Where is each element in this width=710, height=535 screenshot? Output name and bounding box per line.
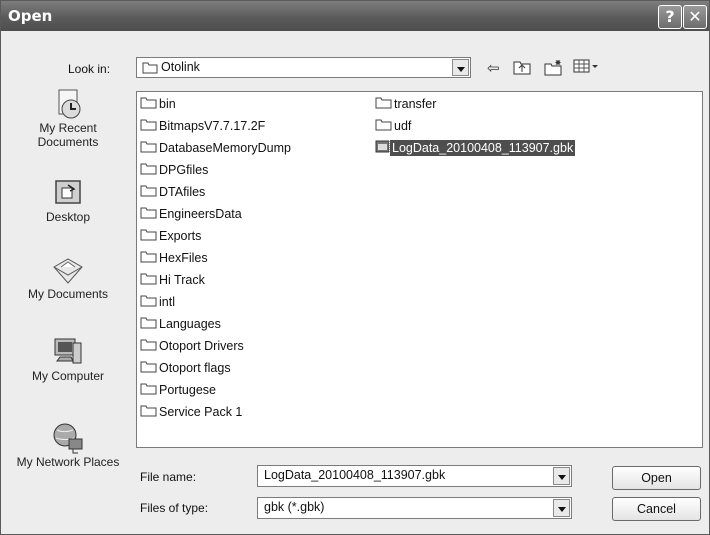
item-name: DatabaseMemoryDump: [159, 141, 291, 155]
place-label: My Recent Documents: [37, 121, 99, 149]
look-in-label: Look in:: [68, 62, 111, 76]
help-button[interactable]: ?: [658, 5, 682, 29]
window-title: Open: [8, 7, 53, 25]
file-name-input[interactable]: LogData_20100408_113907.gbk: [257, 465, 572, 487]
item-name: transfer: [394, 97, 437, 111]
new-folder-icon[interactable]: [544, 59, 564, 80]
item-name: Service Pack 1: [159, 405, 243, 419]
folder-item[interactable]: Languages: [140, 316, 223, 334]
place-my-documents[interactable]: My Documents: [9, 253, 127, 301]
network-places-icon: [51, 421, 85, 455]
open-dialog: Open ? ✕ Look in: Otolink ⇦ My Recent Do…: [0, 0, 710, 535]
folder-icon: [140, 96, 157, 112]
my-computer-icon: [51, 335, 85, 369]
place-label: Desktop: [45, 210, 91, 224]
folder-icon: [140, 162, 157, 178]
place-my-computer[interactable]: My Computer: [9, 335, 127, 383]
my-documents-icon: [51, 253, 85, 287]
folder-icon: [140, 338, 157, 354]
folder-icon: [140, 184, 157, 200]
folder-item[interactable]: Hi Track: [140, 272, 207, 290]
folder-icon: [140, 206, 157, 222]
item-name: udf: [394, 119, 412, 133]
file-type-label: Files of type:: [140, 501, 209, 515]
look-in-value: Otolink: [161, 60, 200, 74]
folder-icon: [375, 118, 392, 134]
file-type-dropdown[interactable]: gbk (*.gbk): [257, 497, 572, 519]
folder-item[interactable]: BitmapsV7.7.17.2F: [140, 118, 267, 136]
chevron-down-icon[interactable]: [452, 59, 469, 76]
folder-icon: [142, 61, 158, 77]
folder-item[interactable]: HexFiles: [140, 250, 210, 268]
place-desktop[interactable]: Desktop: [9, 176, 127, 224]
close-button[interactable]: ✕: [683, 5, 707, 29]
file-list[interactable]: bin BitmapsV7.7.17.2F DatabaseMemoryDump DP…: [136, 91, 703, 448]
folder-icon: [140, 316, 157, 332]
item-name: bin: [159, 97, 176, 111]
file-type-value: gbk (*.gbk): [264, 500, 325, 514]
folder-icon: [140, 140, 157, 156]
folder-icon: [140, 404, 157, 420]
folder-icon: [140, 228, 157, 244]
folder-item[interactable]: bin: [140, 96, 178, 114]
folder-item[interactable]: intl: [140, 294, 177, 312]
file-icon: [375, 140, 390, 156]
item-name: Exports: [159, 229, 202, 243]
folder-icon: [140, 382, 157, 398]
look-in-dropdown[interactable]: Otolink: [136, 57, 471, 78]
folder-item[interactable]: Otoport Drivers: [140, 338, 246, 356]
item-name: LogData_20100408_113907.gbk: [388, 139, 577, 157]
item-name: BitmapsV7.7.17.2F: [159, 119, 266, 133]
folder-item[interactable]: Exports: [140, 228, 203, 246]
back-arrow-icon[interactable]: ⇦: [487, 59, 500, 77]
folder-item[interactable]: Service Pack 1: [140, 404, 244, 422]
folder-icon: [140, 250, 157, 266]
folder-item[interactable]: transfer: [375, 96, 438, 114]
item-name: DTAfiles: [159, 185, 206, 199]
folder-icon: [140, 360, 157, 376]
place-recent-documents[interactable]: My Recent Documents: [9, 87, 127, 149]
item-name: Languages: [159, 317, 221, 331]
folder-item[interactable]: udf: [375, 118, 413, 136]
cancel-button[interactable]: Cancel: [612, 497, 701, 521]
recent-documents-icon: [51, 87, 85, 121]
chevron-down-icon[interactable]: [553, 467, 570, 485]
desktop-icon: [51, 176, 85, 210]
title-bar[interactable]: Open ? ✕: [1, 1, 709, 31]
views-menu-icon[interactable]: [573, 59, 599, 77]
folder-item[interactable]: DatabaseMemoryDump: [140, 140, 293, 158]
item-name: Otoport flags: [159, 361, 231, 375]
open-button[interactable]: Open: [612, 466, 701, 490]
place-label: My Computer: [31, 369, 105, 383]
folder-item[interactable]: DTAfiles: [140, 184, 207, 202]
folder-icon: [375, 96, 392, 112]
folder-item[interactable]: DPGfiles: [140, 162, 210, 180]
folder-icon: [140, 294, 157, 310]
up-folder-icon[interactable]: [513, 59, 531, 79]
folder-item[interactable]: EngineersData: [140, 206, 244, 224]
file-item[interactable]: LogData_20100408_113907.gbk: [375, 139, 577, 158]
folder-item[interactable]: Otoport flags: [140, 360, 233, 378]
place-label: My Network Places: [16, 455, 120, 469]
folder-item[interactable]: Portugese: [140, 382, 218, 400]
item-name: DPGfiles: [159, 163, 209, 177]
folder-icon: [140, 118, 157, 134]
item-name: HexFiles: [159, 251, 208, 265]
item-name: Portugese: [159, 383, 216, 397]
item-name: intl: [159, 295, 175, 309]
item-name: Hi Track: [159, 273, 205, 287]
item-name: EngineersData: [159, 207, 242, 221]
folder-icon: [140, 272, 157, 288]
places-bar: My Recent Documents Desktop My Documents…: [9, 81, 127, 521]
place-network[interactable]: My Network Places: [9, 421, 127, 469]
file-name-label: File name:: [140, 470, 197, 484]
item-name: Otoport Drivers: [159, 339, 244, 353]
chevron-down-icon[interactable]: [553, 499, 570, 517]
file-name-value[interactable]: LogData_20100408_113907.gbk: [264, 468, 445, 482]
place-label: My Documents: [27, 287, 109, 301]
